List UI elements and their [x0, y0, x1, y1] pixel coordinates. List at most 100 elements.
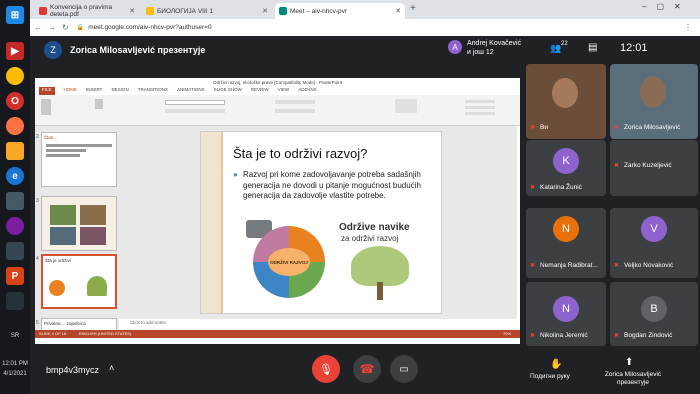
app-icon-1[interactable]: ▶	[6, 42, 24, 60]
tab-label: Meet – aiv-nhcv-pvr	[290, 7, 348, 15]
phone-icon[interactable]	[6, 242, 24, 260]
participant-tile-veljko[interactable]: V ✖ Veljko Novaković	[610, 208, 698, 278]
leave-call-button[interactable]: ☎	[353, 355, 381, 383]
current-slide[interactable]: Šta je to održivi razvoj? ● Razvoj pri k…	[200, 131, 442, 314]
raise-hand-label[interactable]: Подигни руку	[530, 373, 570, 380]
notes-placeholder[interactable]: Click to add notes	[130, 320, 166, 325]
chevron-up-icon[interactable]: ˄	[109, 363, 114, 373]
thumbnail-slide-3[interactable]	[41, 196, 117, 251]
ppt-tab-transitions[interactable]: TRANSITIONS	[138, 87, 168, 95]
participant-tile-katarina[interactable]: K ✖ Katarina Žunić	[526, 140, 606, 196]
chat-icon[interactable]: ▤	[588, 42, 597, 53]
participant-name: ✖ Ви	[530, 124, 548, 131]
font-select[interactable]	[165, 100, 225, 105]
forward-icon[interactable]: →	[48, 23, 56, 32]
font-format-row[interactable]	[165, 109, 225, 113]
url-text[interactable]: meet.google.com/aiv-nhcv-pvr?authuser=0	[88, 24, 211, 31]
new-tab-button[interactable]: +	[410, 3, 416, 14]
ppt-tab-review[interactable]: REVIEW	[251, 87, 269, 95]
ppt-tab-animations[interactable]: ANIMATIONS	[177, 87, 205, 95]
ppt-tab-slideshow[interactable]: SLIDE SHOW	[214, 87, 242, 95]
powerpoint-icon[interactable]: P	[6, 267, 24, 285]
tree-title: Održive navike	[339, 222, 410, 233]
find-button[interactable]	[465, 100, 495, 103]
ppt-tab-file[interactable]: FILE	[39, 87, 55, 95]
presenting-label[interactable]: Zorica Milosavljević презентује	[598, 371, 668, 387]
mic-toggle-button[interactable]: 🎙	[312, 355, 340, 383]
meeting-clock: 12:01	[620, 42, 648, 54]
camera-toggle-button[interactable]: ▭	[390, 355, 418, 383]
reload-icon[interactable]: ↻	[62, 23, 69, 32]
new-slide-icon[interactable]	[95, 99, 103, 109]
participant-tile-zarko[interactable]: ✖ Zarko Kuzeljević	[610, 140, 698, 196]
address-bar[interactable]: ← → ↻ 🔒 meet.google.com/aiv-nhcv-pvr?aut…	[30, 19, 700, 36]
participant-tile-self[interactable]: ✖ Ви	[526, 64, 606, 139]
ppt-tab-design[interactable]: DESIGN	[111, 87, 128, 95]
present-icon[interactable]: ⬆	[625, 357, 633, 368]
window-controls[interactable]: –▢✕	[642, 2, 691, 11]
language-indicator[interactable]: SR	[0, 332, 30, 340]
replace-button[interactable]	[465, 106, 495, 109]
presenter-title: Zorica Milosavljević презентује	[70, 45, 206, 55]
clock-time: 12:01 PM	[2, 361, 28, 367]
mic-off-icon: 🎙	[319, 363, 333, 376]
thumb-line	[46, 149, 86, 152]
paragraph-row[interactable]	[275, 100, 315, 104]
thumbnail-slide-4[interactable]: Šta je održivi	[41, 254, 117, 309]
file-explorer-icon[interactable]	[6, 142, 24, 160]
tab-pdf[interactable]: Konvencija o pravima deteta.pdf ✕	[35, 3, 139, 19]
ppt-tab-addins[interactable]: ADD-INS	[298, 87, 317, 95]
slide-counter: SLIDE 4 OF 18	[39, 331, 67, 336]
zoom-level[interactable]: 70%	[503, 331, 511, 336]
shapes-icon[interactable]	[395, 99, 417, 113]
people-icon[interactable]: 👥	[550, 43, 561, 54]
close-icon[interactable]: ✕	[262, 7, 268, 15]
thumb-label: Privatna ... zajednica	[44, 321, 86, 326]
participant-tile-nemanja[interactable]: N ✖ Nemanja Radibrat...	[526, 208, 606, 278]
windows-taskbar: ⊞ ▶ O e P SR 12:01 PM 4/1/2021	[0, 0, 30, 394]
participant-name: ✖ Bogdan Zindović	[614, 332, 672, 339]
raise-hand-icon[interactable]: ✋	[550, 359, 562, 370]
firefox-icon[interactable]	[6, 117, 24, 135]
ppt-tab-home[interactable]: HOME	[64, 87, 78, 95]
participant-tile-nikolina[interactable]: N ✖ Nikolina Jeremić	[526, 282, 606, 346]
thumb-number: 2	[36, 134, 39, 140]
video-face	[640, 76, 666, 108]
ppt-tab-view[interactable]: VIEW	[278, 87, 290, 95]
meeting-code[interactable]: bmp4v3mycz	[46, 365, 99, 375]
tab-biology[interactable]: БИОЛОГИЈА VIII 1 ✕	[142, 3, 272, 19]
tab-meet[interactable]: Meet – aiv-nhcv-pvr ✕	[275, 3, 405, 19]
edge-icon[interactable]: e	[6, 167, 24, 185]
participant-label: Ви	[540, 124, 548, 131]
participant-tile-zorica[interactable]: ✖ Zorica Milosavljević	[610, 64, 698, 139]
opera-icon[interactable]: O	[6, 92, 24, 110]
close-icon[interactable]: ✕	[395, 7, 401, 15]
chrome-icon[interactable]	[6, 67, 24, 85]
ppt-tab-insert[interactable]: INSERT	[86, 87, 102, 95]
paste-icon[interactable]	[41, 99, 51, 115]
participant-name: ✖ Zarko Kuzeljević	[614, 162, 672, 169]
slide-left-band	[201, 132, 221, 313]
menu-icon[interactable]: ⋮	[684, 23, 692, 32]
participant-name: ✖ Veljko Novaković	[614, 262, 673, 269]
store-icon[interactable]	[6, 192, 24, 210]
participant-label: Zorica Milosavljević	[624, 124, 681, 131]
close-icon[interactable]: ✕	[129, 7, 135, 15]
viber-icon[interactable]	[6, 217, 24, 235]
participant-label: Nikolina Jeremić	[540, 332, 588, 339]
host-avatar: A	[448, 40, 462, 54]
participant-tile-bogdan[interactable]: B ✖ Bogdan Zindović	[610, 282, 698, 346]
mic-off-icon: ✖	[614, 333, 620, 339]
thumb-line	[46, 144, 112, 147]
thumb-image	[50, 227, 76, 245]
paragraph-row-2[interactable]	[275, 109, 315, 113]
start-icon[interactable]: ⊞	[6, 6, 24, 24]
participant-avatar: N	[553, 216, 579, 242]
app-icon-2[interactable]	[6, 292, 24, 310]
participant-avatar: N	[553, 296, 579, 322]
back-icon[interactable]: ←	[34, 23, 42, 32]
select-button[interactable]	[465, 112, 495, 115]
mic-off-icon: ✖	[530, 263, 536, 269]
participant-label: Katarina Žunić	[540, 184, 582, 191]
thumbnail-slide-2[interactable]: Član...	[41, 132, 117, 187]
